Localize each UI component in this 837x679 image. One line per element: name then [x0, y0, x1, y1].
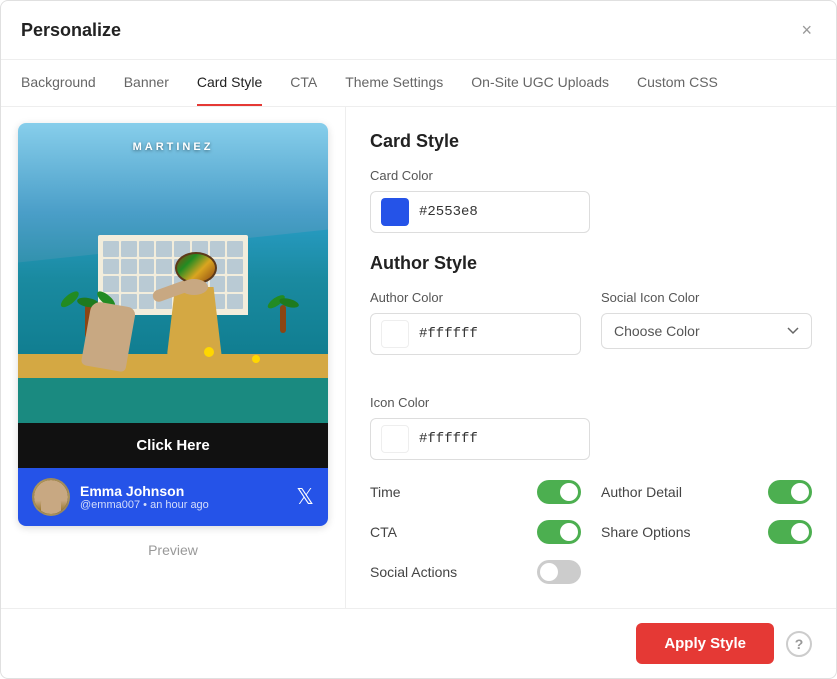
- toggle-row-social-actions: Social Actions: [370, 560, 581, 584]
- main-content: MARTINEZ: [1, 107, 836, 608]
- card-color-hex-input[interactable]: [419, 204, 499, 220]
- card-color-swatch: [381, 198, 409, 226]
- author-avatar: [32, 478, 70, 516]
- author-color-input-row[interactable]: [370, 313, 581, 355]
- social-actions-toggle-slider: [537, 560, 581, 584]
- card-image: MARTINEZ: [18, 123, 328, 423]
- author-detail-toggle-label: Author Detail: [601, 484, 682, 500]
- card-color-label: Card Color: [370, 168, 812, 183]
- social-actions-toggle[interactable]: [537, 560, 581, 584]
- toggles-grid: Time Author Detail: [370, 480, 812, 584]
- modal-title: Personalize: [21, 20, 121, 41]
- toggle-row-cta: CTA: [370, 520, 581, 544]
- author-color-field: Author Color: [370, 290, 581, 375]
- cta-toggle[interactable]: [537, 520, 581, 544]
- apply-style-button[interactable]: Apply Style: [636, 623, 774, 664]
- person-figure: [167, 257, 222, 357]
- social-icon-color-field: Social Icon Color Choose Color: [601, 290, 812, 375]
- time-toggle-label: Time: [370, 484, 401, 500]
- beach-strip: [18, 354, 328, 378]
- icon-color-input-row[interactable]: [370, 418, 590, 460]
- personalize-modal: Personalize × Background Banner Card Sty…: [0, 0, 837, 679]
- card-style-section: Card Style Card Color: [370, 131, 812, 233]
- buoy-2: [252, 355, 260, 363]
- tab-theme-settings[interactable]: Theme Settings: [345, 60, 443, 106]
- preview-panel: MARTINEZ: [1, 107, 346, 608]
- share-options-toggle-slider: [768, 520, 812, 544]
- tabs-bar: Background Banner Card Style CTA Theme S…: [1, 60, 836, 107]
- share-options-toggle-label: Share Options: [601, 524, 691, 540]
- tab-banner[interactable]: Banner: [124, 60, 169, 106]
- preview-label: Preview: [148, 542, 198, 558]
- tab-custom-css[interactable]: Custom CSS: [637, 60, 718, 106]
- icon-color-swatch: [381, 425, 409, 453]
- author-text: Emma Johnson @emma007 • an hour ago: [80, 483, 209, 511]
- card-cta[interactable]: Click Here: [18, 423, 328, 468]
- icon-color-field: Icon Color: [370, 395, 812, 460]
- buoy-1: [204, 347, 214, 357]
- author-detail-toggle-slider: [768, 480, 812, 504]
- social-actions-toggle-label: Social Actions: [370, 564, 457, 580]
- author-color-label: Author Color: [370, 290, 581, 305]
- card-footer: Emma Johnson @emma007 • an hour ago 𝕏: [18, 468, 328, 526]
- author-detail-toggle[interactable]: [768, 480, 812, 504]
- twitter-icon: 𝕏: [296, 484, 314, 510]
- share-options-toggle[interactable]: [768, 520, 812, 544]
- author-info: Emma Johnson @emma007 • an hour ago: [32, 478, 209, 516]
- icon-color-hex-input[interactable]: [419, 431, 499, 447]
- settings-panel: Card Style Card Color Author Style Autho…: [346, 107, 836, 608]
- tab-cta[interactable]: CTA: [290, 60, 317, 106]
- card-color-input-row[interactable]: [370, 191, 590, 233]
- palm-tree-right: [263, 300, 303, 333]
- cta-toggle-slider: [537, 520, 581, 544]
- author-color-hex-input[interactable]: [419, 326, 499, 342]
- time-toggle-slider: [537, 480, 581, 504]
- help-icon[interactable]: ?: [786, 631, 812, 657]
- tab-background[interactable]: Background: [21, 60, 96, 106]
- tab-on-site-ugc-uploads[interactable]: On-Site UGC Uploads: [471, 60, 609, 106]
- time-toggle[interactable]: [537, 480, 581, 504]
- author-style-title: Author Style: [370, 253, 812, 274]
- icon-color-label: Icon Color: [370, 395, 812, 410]
- card-style-title: Card Style: [370, 131, 812, 152]
- social-icon-color-label: Social Icon Color: [601, 290, 812, 305]
- social-icon-color-select[interactable]: Choose Color: [601, 313, 812, 349]
- author-style-section: Author Style Author Color Social Icon Co…: [370, 253, 812, 584]
- author-name: Emma Johnson: [80, 483, 209, 499]
- toggle-row-share-options: Share Options: [601, 520, 812, 544]
- author-color-row: Author Color Social Icon Color Choose Co…: [370, 290, 812, 375]
- author-meta: @emma007 • an hour ago: [80, 499, 209, 511]
- hotel-name: MARTINEZ: [133, 141, 214, 153]
- close-button[interactable]: ×: [797, 17, 816, 43]
- toggle-row-author-detail: Author Detail: [601, 480, 812, 504]
- tab-card-style[interactable]: Card Style: [197, 60, 262, 106]
- author-color-swatch: [381, 320, 409, 348]
- cta-toggle-label: CTA: [370, 524, 397, 540]
- card-preview: MARTINEZ: [18, 123, 328, 526]
- toggle-row-time: Time: [370, 480, 581, 504]
- modal-header: Personalize ×: [1, 1, 836, 60]
